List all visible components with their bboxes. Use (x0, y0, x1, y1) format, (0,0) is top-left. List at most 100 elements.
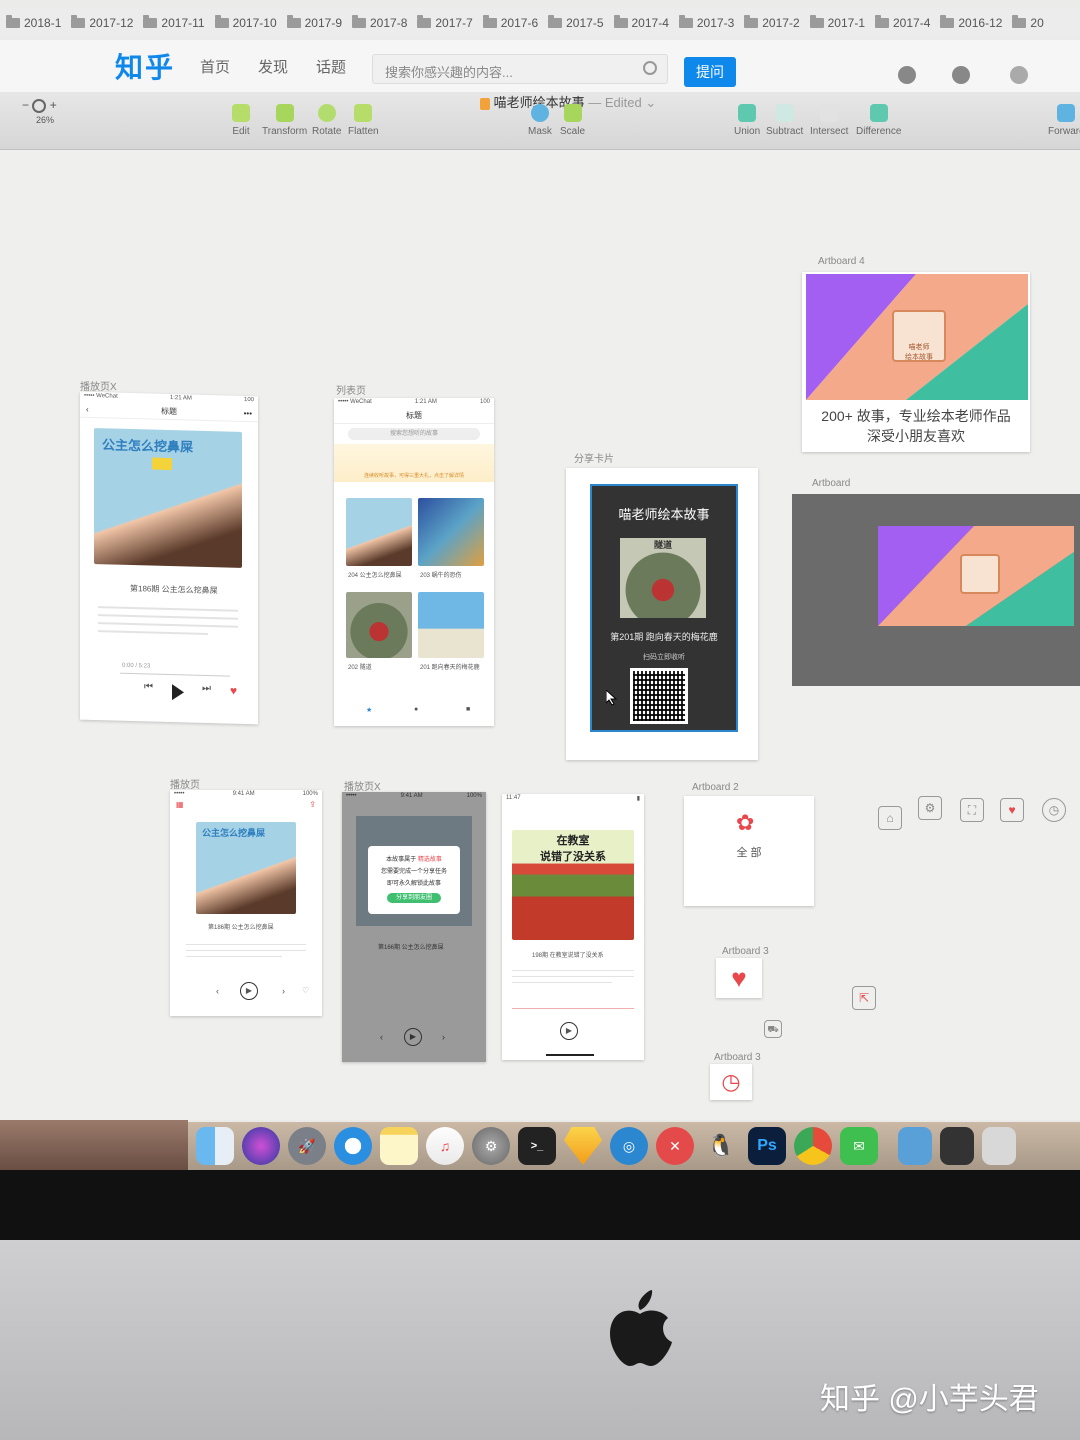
artboard-list[interactable]: ••••• WeChat 1:21 AM 100 标题 搜索您想听的故事 连续收… (334, 398, 494, 726)
tool-forward[interactable]: Forward (1048, 104, 1080, 137)
launchpad-icon[interactable]: 🚀 (288, 1127, 326, 1165)
artboard-share-card[interactable]: 喵老师绘本故事 隧道 第201期 跑向春天的梅花鹿 扫码立即收听 (566, 468, 758, 760)
bookmark-folder[interactable]: 2017-8 (352, 15, 407, 30)
bookmark-folder[interactable]: 2017-4 (875, 15, 930, 30)
notice-banner[interactable]: 连续收听故事，可得三重大礼，点击了解详情 (334, 444, 494, 482)
bookmark-folder[interactable]: 2017-5 (548, 15, 604, 30)
chevron-down-icon[interactable]: ⌄ (645, 95, 656, 110)
folder-icon[interactable] (898, 1127, 932, 1165)
artboard-label[interactable]: 列表页 (336, 382, 366, 397)
bookmark-folder[interactable]: 2017-6 (482, 15, 538, 30)
bookmark-folder[interactable]: 2017-4 (613, 15, 669, 30)
artboard-label[interactable]: Artboard 3 (722, 946, 769, 957)
cart-icon[interactable]: ⛟ (764, 1020, 782, 1038)
bookmark-folder[interactable]: 2018-1 (6, 15, 61, 30)
artboard-label[interactable]: Artboard 3 (714, 1052, 761, 1063)
sketch-icon[interactable] (564, 1127, 602, 1165)
share-icon[interactable]: ⇪ (309, 800, 316, 809)
play-icon[interactable]: ▶ (404, 1028, 422, 1046)
artboard-play-x[interactable]: ••••• WeChat 1:21 AM 100 ‹ 标题 ••• 公主怎么挖鼻… (80, 391, 258, 725)
tool-rotate[interactable]: Rotate (312, 104, 341, 137)
artboard-2[interactable]: ✿ 全 部 (684, 796, 814, 906)
back-chevron-icon[interactable]: ‹ (86, 402, 89, 418)
edit-share-icon[interactable]: ⇱ (852, 986, 876, 1010)
artboard-label[interactable]: Artboard 4 (818, 256, 865, 267)
home-icon[interactable]: ⌂ (878, 806, 902, 830)
prev-icon[interactable]: ⏮ (144, 681, 153, 692)
tab-profile-icon[interactable]: ■ (466, 706, 470, 713)
settings-icon[interactable]: ⚙ (472, 1127, 510, 1165)
gear-icon[interactable]: ⚙ (918, 796, 942, 820)
tool-flatten[interactable]: Flatten (348, 104, 379, 137)
scan-icon[interactable]: ⛶ (960, 798, 984, 822)
artboard-label[interactable]: Artboard (812, 478, 850, 489)
siri-icon[interactable] (242, 1127, 280, 1165)
nav-home[interactable]: 首页 (200, 56, 230, 77)
prev-icon[interactable]: ‹ (216, 986, 219, 996)
wechat-icon[interactable]: ✉ (840, 1127, 878, 1165)
music-icon[interactable]: ♫ (426, 1127, 464, 1165)
progress-track[interactable] (120, 672, 230, 677)
play-icon[interactable] (172, 684, 184, 701)
bookmark-folder[interactable]: 2017-1 (809, 15, 865, 30)
ask-button[interactable]: 提问 (684, 57, 736, 87)
play-icon[interactable]: ▶ (560, 1022, 578, 1040)
close-x-icon[interactable]: ✕ (656, 1127, 694, 1165)
zhihu-logo[interactable]: 知乎 (115, 46, 175, 86)
tool-intersect[interactable]: Intersect (810, 104, 848, 137)
artboard-label[interactable]: 分享卡片 (574, 450, 614, 465)
artboard-gray[interactable] (792, 494, 1080, 686)
artboard-3-heart[interactable]: ♥ (716, 958, 762, 998)
artboard-4[interactable]: 喵老师 绘本故事 200+ 故事，专业绘本老师作品 深受小朋友喜欢 (802, 272, 1030, 452)
timer-icon[interactable]: ◷ (1042, 798, 1066, 822)
chrome-icon[interactable] (794, 1127, 832, 1165)
tab-home-icon[interactable]: ★ (366, 706, 372, 714)
grid-icon[interactable]: ▦ (176, 800, 184, 809)
artboard-play[interactable]: ••••• 9:41 AM 100% ▦ ⇪ 公主怎么挖鼻屎 第186期 公主怎… (170, 790, 322, 1016)
bell-icon[interactable] (898, 66, 916, 84)
next-icon[interactable]: › (442, 1032, 445, 1042)
artboard-label[interactable]: Artboard 2 (692, 782, 739, 793)
tool-subtract[interactable]: Subtract (766, 104, 803, 137)
photoshop-icon[interactable]: Ps (748, 1127, 786, 1165)
share-moments-button[interactable]: 分享到朋友圈 (387, 893, 441, 903)
tool-mask[interactable]: Mask (528, 104, 552, 137)
next-icon[interactable]: › (282, 986, 285, 996)
bookmark-folder[interactable]: 2017-11 (143, 15, 205, 30)
tool-union[interactable]: Union (734, 104, 760, 137)
bookmark-folder[interactable]: 2017-10 (214, 15, 277, 30)
bookmark-folder[interactable]: 2017-3 (678, 15, 734, 30)
zoom-in-button[interactable]: + (50, 98, 57, 112)
more-icon[interactable]: ••• (244, 406, 252, 422)
bookmark-folder[interactable]: 2017-12 (71, 15, 133, 30)
heart-icon[interactable]: ♥ (230, 684, 237, 698)
heart-outline-icon[interactable]: ♡ (302, 986, 309, 995)
downloads-icon[interactable] (982, 1127, 1016, 1165)
play-icon[interactable]: ▶ (240, 982, 258, 1000)
tool-difference[interactable]: Difference (856, 104, 901, 137)
bookmark-folder[interactable]: 2017-9 (286, 15, 342, 30)
tool-edit[interactable]: Edit (232, 104, 250, 137)
notes-icon[interactable] (380, 1127, 418, 1165)
list-item-cover[interactable] (418, 498, 484, 566)
tool-scale[interactable]: Scale (560, 104, 585, 137)
bookmark-folder[interactable]: 2017-2 (744, 15, 800, 30)
terminal-icon[interactable]: >_ (518, 1127, 556, 1165)
next-icon[interactable]: ⏭ (202, 683, 211, 694)
artboard-play-x-modal[interactable]: ••••• 9:41 AM 100% 本故事属于 精选故事 您需要完成一个分享任… (342, 792, 486, 1062)
heart-icon[interactable]: ♥ (1000, 798, 1024, 822)
artboard-play-classroom[interactable]: 11:47 ▮ 在教室 说错了没关系 198期 在教室说错了没关系 ▶ (502, 794, 644, 1060)
list-search-input[interactable]: 搜索您想听的故事 (348, 428, 480, 440)
pocket-icon[interactable]: ◎ (610, 1127, 648, 1165)
list-item-cover[interactable] (346, 498, 412, 566)
qq-icon[interactable]: 🐧 (702, 1127, 740, 1165)
tool-transform[interactable]: Transform (262, 104, 307, 137)
message-icon[interactable] (952, 66, 970, 84)
avatar[interactable] (1010, 66, 1028, 84)
search-icon[interactable] (643, 61, 657, 75)
list-item-cover[interactable] (346, 592, 412, 658)
sketch-canvas[interactable]: 播放页X ••••• WeChat 1:21 AM 100 ‹ 标题 ••• 公… (0, 150, 1080, 1120)
zoom-out-button[interactable]: − (22, 98, 29, 112)
finder-icon[interactable] (196, 1127, 234, 1165)
artboard-label[interactable]: 播放页X (344, 778, 381, 793)
